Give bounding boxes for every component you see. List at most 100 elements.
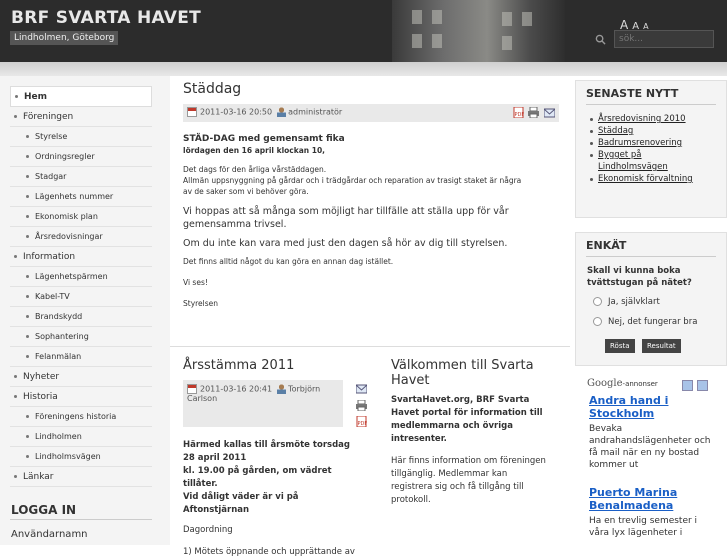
login-title: LOGGA IN bbox=[11, 503, 77, 517]
site-header: BRF SVARTA HAVET Lindholmen, Göteborg AA… bbox=[0, 0, 727, 62]
news-item[interactable]: Ekonomisk förvaltning bbox=[576, 173, 726, 185]
vote-button[interactable]: Rösta bbox=[605, 339, 635, 353]
ad-text: Bevaka andrahandslägenheter och få mail … bbox=[589, 424, 711, 470]
article-meta: 2011-03-16 20:41 Torbjörn Carlson PDF bbox=[183, 380, 367, 427]
article-text: Dagordning bbox=[183, 525, 233, 535]
email-icon[interactable] bbox=[544, 107, 555, 118]
header-photo bbox=[392, 0, 565, 62]
results-button[interactable]: Resultat bbox=[642, 339, 681, 353]
nav-item-lagenhets-nummer[interactable]: Lägenhets nummer bbox=[10, 187, 152, 207]
divider bbox=[10, 519, 152, 520]
ad-item: Puerto Marina Benalmadena Ha en trevlig … bbox=[589, 486, 719, 539]
nav-item-nyheter[interactable]: Nyheter bbox=[10, 367, 152, 387]
article-title[interactable]: Välkommen till Svarta Havet bbox=[391, 358, 551, 388]
pdf-icon[interactable]: PDF bbox=[513, 107, 524, 118]
latest-news-box: SENASTE NYTT Årsredovisning 2010 Städdag… bbox=[575, 80, 727, 218]
email-icon[interactable] bbox=[356, 383, 367, 394]
article-title[interactable]: Årsstämma 2011 bbox=[183, 358, 358, 373]
article-arsstamma: Årsstämma 2011 2011-03-16 20:41 Torbjörn … bbox=[183, 358, 367, 557]
calendar-icon bbox=[187, 384, 197, 394]
left-sidebar: Hem Föreningen Styrelse Ordningsregler S… bbox=[0, 76, 170, 545]
divider bbox=[586, 104, 716, 105]
top-bar bbox=[0, 62, 727, 76]
article-meta: 2011-03-16 20:50 administratör bbox=[183, 104, 559, 122]
article-date: 2011-03-16 20:41 bbox=[200, 384, 273, 394]
news-item[interactable]: Badrumsrenovering bbox=[576, 137, 726, 149]
poll-option-label: Nej, det fungerar bra bbox=[608, 317, 698, 327]
nav-item-lindholmen[interactable]: Lindholmen bbox=[10, 427, 152, 447]
article-valkommen: Välkommen till Svarta Havet SvartaHavet.… bbox=[391, 358, 551, 507]
nav-item-historia[interactable]: Historia bbox=[10, 387, 152, 407]
nav-item-felanmalan[interactable]: Felanmälan bbox=[10, 347, 152, 367]
search-icon bbox=[595, 34, 606, 45]
prev-arrow-icon[interactable] bbox=[682, 380, 693, 391]
calendar-icon bbox=[187, 107, 197, 117]
article-heading: STÄD-DAG med gemensamt fika bbox=[183, 134, 345, 144]
nav-item-stadgar[interactable]: Stadgar bbox=[10, 167, 152, 187]
article-text: Det finns alltid något du kan göra en an… bbox=[183, 257, 394, 266]
news-item[interactable]: Bygget på Lindholmsvägen bbox=[576, 149, 676, 173]
ad-title[interactable]: Puerto Marina Benalmadena bbox=[589, 486, 719, 512]
article-body: STÄD-DAG med gemensamt fika lördagen den… bbox=[183, 134, 563, 309]
radio-button[interactable] bbox=[593, 297, 602, 306]
poll-option[interactable]: Ja, självklart bbox=[593, 297, 726, 307]
nav-item-information[interactable]: Information bbox=[10, 247, 152, 267]
ads-label: -annonser bbox=[622, 380, 658, 388]
nav-item-brandskydd[interactable]: Brandskydd bbox=[10, 307, 152, 327]
ad-item: Andra hand i Stockholm Bevaka andrahands… bbox=[589, 394, 719, 471]
site-title[interactable]: BRF SVARTA HAVET bbox=[11, 8, 201, 28]
divider bbox=[170, 346, 570, 347]
nav-item-foreningen[interactable]: Föreningen bbox=[10, 107, 152, 127]
pdf-icon[interactable]: PDF bbox=[356, 416, 367, 427]
print-icon[interactable] bbox=[356, 400, 367, 411]
radio-button[interactable] bbox=[593, 317, 602, 326]
nav-item-hem[interactable]: Hem bbox=[10, 86, 152, 107]
news-item[interactable]: Årsredovisning 2010 bbox=[576, 113, 726, 125]
google-ads: Google-annonser Andra hand i Stockholm B… bbox=[575, 376, 727, 545]
svg-text:PDF: PDF bbox=[515, 112, 525, 118]
nav-item-foreningens-historia[interactable]: Föreningens historia bbox=[10, 407, 152, 427]
site-subtitle: Lindholmen, Göteborg bbox=[10, 31, 119, 45]
svg-text:PDF: PDF bbox=[358, 421, 368, 427]
article-text: av de saker som vi behöver göra. bbox=[183, 187, 309, 196]
google-logo: Google bbox=[587, 378, 623, 389]
ad-text: Ha en trevlig semester i våra lyx lägenh… bbox=[589, 516, 698, 538]
search-input[interactable] bbox=[614, 30, 714, 48]
article-text: Det dags för den årliga vårstäddagen. bbox=[183, 165, 327, 174]
article-text: Här finns information om föreningen till… bbox=[391, 456, 546, 505]
nav-item-ordningsregler[interactable]: Ordningsregler bbox=[10, 147, 152, 167]
article-author: administratör bbox=[288, 107, 343, 117]
nav-item-styrelse[interactable]: Styrelse bbox=[10, 127, 152, 147]
article-text: Vi ses! bbox=[183, 278, 208, 287]
nav-item-ekonomisk-plan[interactable]: Ekonomisk plan bbox=[10, 207, 152, 227]
main-menu: Hem Föreningen Styrelse Ordningsregler S… bbox=[10, 86, 152, 487]
next-arrow-icon[interactable] bbox=[697, 380, 708, 391]
user-icon bbox=[277, 384, 287, 394]
article-title[interactable]: Städdag bbox=[183, 81, 241, 97]
article-subheading: lördagen den 16 april klockan 10, bbox=[183, 146, 326, 155]
divider bbox=[586, 256, 716, 257]
poll-option-label: Ja, självklart bbox=[608, 297, 660, 307]
article-text: Härmed kallas till årsmöte torsdag 28 ap… bbox=[183, 439, 358, 517]
article-line: Härmed kallas till årsmöte torsdag 28 ap… bbox=[183, 440, 350, 463]
article-author-lastname: Carlson bbox=[187, 394, 218, 403]
nav-item-arsredovisningar[interactable]: Årsredovisningar bbox=[10, 227, 152, 247]
nav-item-sophantering[interactable]: Sophantering bbox=[10, 327, 152, 347]
print-icon[interactable] bbox=[528, 107, 539, 118]
article-author: Torbjörn bbox=[288, 384, 321, 394]
nav-item-lagenhetsparmen[interactable]: Lägenhetspärmen bbox=[10, 267, 152, 287]
username-label: Användarnamn bbox=[11, 529, 88, 540]
article-text: SvartaHavet.org, BRF Svarta Havet portal… bbox=[391, 395, 543, 444]
ad-title[interactable]: Andra hand i Stockholm bbox=[589, 394, 719, 420]
nav-item-lankar[interactable]: Länkar bbox=[10, 467, 152, 487]
news-item[interactable]: Städdag bbox=[576, 125, 726, 137]
nav-item-kabel-tv[interactable]: Kabel-TV bbox=[10, 287, 152, 307]
poll-question: Skall vi kunna boka tvättstugan på nätet… bbox=[587, 266, 692, 288]
article-date: 2011-03-16 20:50 bbox=[200, 107, 273, 117]
article-line: Vid dåligt väder är vi på Aftonstjärnan bbox=[183, 492, 299, 515]
box-title: SENASTE NYTT bbox=[586, 87, 679, 100]
poll-option[interactable]: Nej, det fungerar bra bbox=[593, 317, 726, 327]
nav-item-lindholmsvagen[interactable]: Lindholmsvägen bbox=[10, 447, 152, 467]
user-icon bbox=[277, 107, 287, 117]
article-text: Vi hoppas att så många som möjligt har t… bbox=[183, 206, 509, 230]
